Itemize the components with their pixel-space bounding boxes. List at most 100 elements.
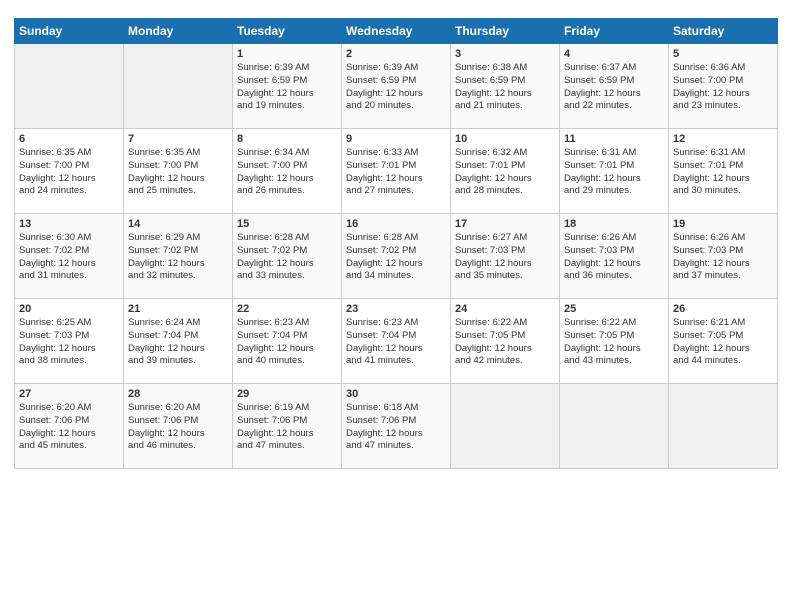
day-info: Sunrise: 6:33 AM Sunset: 7:01 PM Dayligh… [346, 147, 446, 198]
calendar-cell [15, 44, 124, 129]
calendar-cell: 28 Sunrise: 6:20 AM Sunset: 7:06 PM Dayli… [124, 384, 233, 469]
calendar-cell: 10 Sunrise: 6:32 AM Sunset: 7:01 PM Dayli… [451, 129, 560, 214]
day-number: 14 [128, 218, 228, 230]
calendar-table: SundayMondayTuesdayWednesdayThursdayFrid… [14, 18, 778, 469]
calendar-cell [669, 384, 778, 469]
day-number: 27 [19, 388, 119, 400]
day-info: Sunrise: 6:18 AM Sunset: 7:06 PM Dayligh… [346, 402, 446, 453]
day-info: Sunrise: 6:39 AM Sunset: 6:59 PM Dayligh… [237, 62, 337, 113]
day-info: Sunrise: 6:31 AM Sunset: 7:01 PM Dayligh… [673, 147, 773, 198]
calendar-cell: 11 Sunrise: 6:31 AM Sunset: 7:01 PM Dayli… [560, 129, 669, 214]
day-number: 12 [673, 133, 773, 145]
day-info: Sunrise: 6:37 AM Sunset: 6:59 PM Dayligh… [564, 62, 664, 113]
calendar-cell: 29Sunrise: 6:19 AM Sunset: 7:06 PM Dayli… [233, 384, 342, 469]
day-number: 6 [19, 133, 119, 145]
calendar-day-header: Wednesday [342, 19, 451, 44]
calendar-day-header: Sunday [15, 19, 124, 44]
calendar-header-row: SundayMondayTuesdayWednesdayThursdayFrid… [15, 19, 778, 44]
calendar-cell: 20Sunrise: 6:25 AM Sunset: 7:03 PM Dayli… [15, 299, 124, 384]
calendar-cell: 9 Sunrise: 6:33 AM Sunset: 7:01 PM Daylig… [342, 129, 451, 214]
calendar-cell: 22 Sunrise: 6:23 AM Sunset: 7:04 PM Dayli… [233, 299, 342, 384]
day-info: Sunrise: 6:24 AM Sunset: 7:04 PM Dayligh… [128, 317, 228, 368]
calendar-cell: 21 Sunrise: 6:24 AM Sunset: 7:04 PM Dayli… [124, 299, 233, 384]
day-number: 11 [564, 133, 664, 145]
calendar-cell: 19 Sunrise: 6:26 AM Sunset: 7:03 PM Dayli… [669, 214, 778, 299]
calendar-cell: 4 Sunrise: 6:37 AM Sunset: 6:59 PM Daylig… [560, 44, 669, 129]
day-number: 9 [346, 133, 446, 145]
calendar-cell: 5 Sunrise: 6:36 AM Sunset: 7:00 PM Daylig… [669, 44, 778, 129]
calendar-cell [124, 44, 233, 129]
calendar-cell: 14 Sunrise: 6:29 AM Sunset: 7:02 PM Dayli… [124, 214, 233, 299]
day-number: 21 [128, 303, 228, 315]
day-number: 22 [237, 303, 337, 315]
day-number: 24 [455, 303, 555, 315]
day-info: Sunrise: 6:29 AM Sunset: 7:02 PM Dayligh… [128, 232, 228, 283]
day-number: 13 [19, 218, 119, 230]
calendar-cell: 23Sunrise: 6:23 AM Sunset: 7:04 PM Dayli… [342, 299, 451, 384]
day-info: Sunrise: 6:22 AM Sunset: 7:05 PM Dayligh… [564, 317, 664, 368]
day-info: Sunrise: 6:26 AM Sunset: 7:03 PM Dayligh… [673, 232, 773, 283]
day-info: Sunrise: 6:34 AM Sunset: 7:00 PM Dayligh… [237, 147, 337, 198]
calendar-week-row: 1Sunrise: 6:39 AM Sunset: 6:59 PM Daylig… [15, 44, 778, 129]
calendar-cell: 30 Sunrise: 6:18 AM Sunset: 7:06 PM Dayli… [342, 384, 451, 469]
calendar-cell: 8Sunrise: 6:34 AM Sunset: 7:00 PM Daylig… [233, 129, 342, 214]
calendar-week-row: 6 Sunrise: 6:35 AM Sunset: 7:00 PM Daylig… [15, 129, 778, 214]
day-info: Sunrise: 6:21 AM Sunset: 7:05 PM Dayligh… [673, 317, 773, 368]
calendar-week-row: 20Sunrise: 6:25 AM Sunset: 7:03 PM Dayli… [15, 299, 778, 384]
day-info: Sunrise: 6:25 AM Sunset: 7:03 PM Dayligh… [19, 317, 119, 368]
calendar-cell: 2 Sunrise: 6:39 AM Sunset: 6:59 PM Daylig… [342, 44, 451, 129]
day-number: 2 [346, 48, 446, 60]
day-number: 3 [455, 48, 555, 60]
day-info: Sunrise: 6:35 AM Sunset: 7:00 PM Dayligh… [19, 147, 119, 198]
day-number: 7 [128, 133, 228, 145]
day-number: 28 [128, 388, 228, 400]
day-number: 10 [455, 133, 555, 145]
day-info: Sunrise: 6:20 AM Sunset: 7:06 PM Dayligh… [128, 402, 228, 453]
calendar-cell [560, 384, 669, 469]
day-number: 19 [673, 218, 773, 230]
calendar-cell: 17 Sunrise: 6:27 AM Sunset: 7:03 PM Dayli… [451, 214, 560, 299]
day-info: Sunrise: 6:39 AM Sunset: 6:59 PM Dayligh… [346, 62, 446, 113]
day-info: Sunrise: 6:36 AM Sunset: 7:00 PM Dayligh… [673, 62, 773, 113]
calendar-cell: 26 Sunrise: 6:21 AM Sunset: 7:05 PM Dayli… [669, 299, 778, 384]
calendar-day-header: Saturday [669, 19, 778, 44]
day-info: Sunrise: 6:27 AM Sunset: 7:03 PM Dayligh… [455, 232, 555, 283]
calendar-cell: 16 Sunrise: 6:28 AM Sunset: 7:02 PM Dayli… [342, 214, 451, 299]
day-info: Sunrise: 6:22 AM Sunset: 7:05 PM Dayligh… [455, 317, 555, 368]
calendar-cell: 15Sunrise: 6:28 AM Sunset: 7:02 PM Dayli… [233, 214, 342, 299]
calendar-cell: 1Sunrise: 6:39 AM Sunset: 6:59 PM Daylig… [233, 44, 342, 129]
calendar-day-header: Monday [124, 19, 233, 44]
day-info: Sunrise: 6:26 AM Sunset: 7:03 PM Dayligh… [564, 232, 664, 283]
day-info: Sunrise: 6:19 AM Sunset: 7:06 PM Dayligh… [237, 402, 337, 453]
day-number: 4 [564, 48, 664, 60]
day-info: Sunrise: 6:35 AM Sunset: 7:00 PM Dayligh… [128, 147, 228, 198]
day-number: 30 [346, 388, 446, 400]
calendar-cell: 7 Sunrise: 6:35 AM Sunset: 7:00 PM Daylig… [124, 129, 233, 214]
day-info: Sunrise: 6:31 AM Sunset: 7:01 PM Dayligh… [564, 147, 664, 198]
calendar-cell: 12 Sunrise: 6:31 AM Sunset: 7:01 PM Dayli… [669, 129, 778, 214]
calendar-cell: 25Sunrise: 6:22 AM Sunset: 7:05 PM Dayli… [560, 299, 669, 384]
calendar-header: SundayMondayTuesdayWednesdayThursdayFrid… [15, 19, 778, 44]
day-number: 18 [564, 218, 664, 230]
day-number: 17 [455, 218, 555, 230]
calendar-week-row: 13Sunrise: 6:30 AM Sunset: 7:02 PM Dayli… [15, 214, 778, 299]
day-info: Sunrise: 6:28 AM Sunset: 7:02 PM Dayligh… [237, 232, 337, 283]
day-info: Sunrise: 6:23 AM Sunset: 7:04 PM Dayligh… [237, 317, 337, 368]
day-info: Sunrise: 6:28 AM Sunset: 7:02 PM Dayligh… [346, 232, 446, 283]
day-info: Sunrise: 6:23 AM Sunset: 7:04 PM Dayligh… [346, 317, 446, 368]
day-info: Sunrise: 6:32 AM Sunset: 7:01 PM Dayligh… [455, 147, 555, 198]
day-number: 26 [673, 303, 773, 315]
calendar-day-header: Tuesday [233, 19, 342, 44]
day-number: 5 [673, 48, 773, 60]
day-number: 16 [346, 218, 446, 230]
day-info: Sunrise: 6:20 AM Sunset: 7:06 PM Dayligh… [19, 402, 119, 453]
day-info: Sunrise: 6:38 AM Sunset: 6:59 PM Dayligh… [455, 62, 555, 113]
calendar-cell: 24 Sunrise: 6:22 AM Sunset: 7:05 PM Dayli… [451, 299, 560, 384]
calendar-cell: 27 Sunrise: 6:20 AM Sunset: 7:06 PM Dayli… [15, 384, 124, 469]
calendar-cell: 6 Sunrise: 6:35 AM Sunset: 7:00 PM Daylig… [15, 129, 124, 214]
calendar-body: 1Sunrise: 6:39 AM Sunset: 6:59 PM Daylig… [15, 44, 778, 469]
calendar-week-row: 27 Sunrise: 6:20 AM Sunset: 7:06 PM Dayli… [15, 384, 778, 469]
calendar-day-header: Friday [560, 19, 669, 44]
calendar-cell [451, 384, 560, 469]
calendar-cell: 13Sunrise: 6:30 AM Sunset: 7:02 PM Dayli… [15, 214, 124, 299]
